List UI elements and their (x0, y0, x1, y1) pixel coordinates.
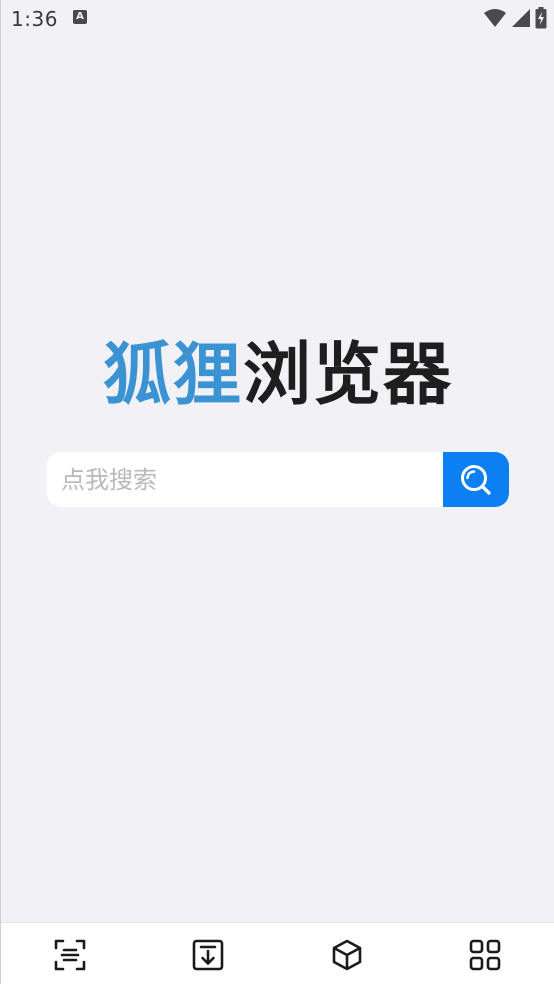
status-icons (483, 6, 547, 30)
grid-icon (469, 939, 501, 971)
app-logo: 狐狸浏览器 (1, 336, 554, 416)
nav-box-button[interactable] (329, 937, 365, 973)
battery-charging-icon (535, 7, 547, 29)
status-time: 1:36 (11, 7, 58, 31)
notification-icon: A (73, 10, 87, 24)
browser-home-screen: 1:36 A 狐狸浏览器 (0, 0, 554, 984)
nav-grid-button[interactable] (467, 937, 503, 973)
search-input[interactable] (47, 452, 443, 507)
search-bar (47, 452, 509, 507)
nav-scan-button[interactable] (52, 937, 88, 973)
logo-part-fox: 狐狸 (102, 336, 243, 415)
search-button[interactable] (443, 452, 509, 507)
search-icon (461, 464, 491, 495)
bottom-navigation (1, 922, 554, 984)
status-bar: 1:36 A (1, 0, 554, 38)
download-icon (192, 939, 224, 971)
scan-icon (54, 939, 86, 971)
signal-icon (512, 9, 530, 27)
wifi-icon (484, 9, 506, 27)
logo-part-browser: 浏览器 (243, 336, 454, 415)
nav-download-button[interactable] (190, 937, 226, 973)
box-icon (332, 939, 362, 971)
